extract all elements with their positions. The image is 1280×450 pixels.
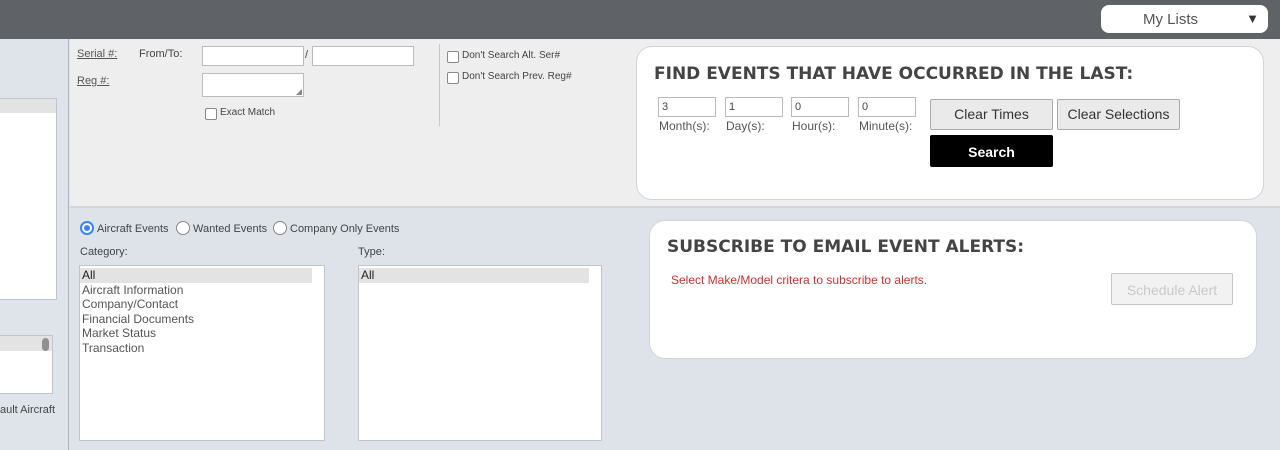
- serial-to-input[interactable]: [312, 46, 414, 66]
- reg-number-link[interactable]: Reg #:: [77, 75, 109, 87]
- chevron-down-icon: ▼: [1246, 11, 1259, 26]
- search-button[interactable]: Search: [930, 135, 1053, 167]
- serial-number-link[interactable]: Serial #:: [77, 48, 117, 60]
- subscribe-message: Select Make/Model critera to subscribe t…: [671, 273, 928, 287]
- aircraft-events-radio[interactable]: [80, 221, 94, 235]
- left-list-scrollbar[interactable]: [42, 338, 49, 351]
- exact-match-checkbox[interactable]: [205, 108, 217, 120]
- subscribe-alerts-title: SUBSCRIBE TO EMAIL EVENT ALERTS:: [667, 237, 1025, 257]
- months-label: Month(s):: [659, 119, 710, 133]
- list-item[interactable]: Transaction: [80, 341, 312, 356]
- list-item[interactable]: Market Status: [80, 326, 312, 341]
- dont-search-prev-checkbox[interactable]: [447, 72, 459, 84]
- reg-number-input[interactable]: ◢: [202, 73, 304, 97]
- serial-separator: /: [305, 49, 309, 61]
- minutes-label: Minute(s):: [859, 119, 913, 133]
- resize-handle-icon: ◢: [295, 87, 302, 96]
- my-lists-label: My Lists: [1143, 11, 1199, 28]
- category-listbox[interactable]: All Aircraft Information Company/Contact…: [79, 265, 325, 441]
- my-lists-dropdown[interactable]: My Lists ▼: [1101, 5, 1268, 33]
- find-events-title: FIND EVENTS THAT HAVE OCCURRED IN THE LA…: [654, 64, 1134, 84]
- company-only-events-radio[interactable]: [273, 221, 287, 235]
- from-to-label: From/To:: [139, 48, 183, 60]
- list-item[interactable]: Financial Documents: [80, 312, 312, 327]
- minutes-input[interactable]: [858, 97, 916, 117]
- serial-from-input[interactable]: [202, 46, 304, 66]
- wanted-events-radio[interactable]: [176, 221, 190, 235]
- left-panel-bottom-text: ault Aircraft: [0, 404, 56, 416]
- days-label: Day(s):: [726, 119, 765, 133]
- left-list-top[interactable]: [0, 98, 57, 300]
- hours-input[interactable]: [791, 97, 849, 117]
- dont-search-alt-label: Don't Search Alt. Ser#: [462, 50, 561, 61]
- top-bar: [0, 0, 1280, 39]
- months-input[interactable]: [658, 97, 716, 117]
- days-input[interactable]: [725, 97, 783, 117]
- hours-label: Hour(s):: [792, 119, 836, 133]
- list-item[interactable]: All: [359, 268, 589, 283]
- dont-search-alt-checkbox[interactable]: [447, 51, 459, 63]
- type-label: Type:: [358, 246, 385, 258]
- schedule-alert-button[interactable]: Schedule Alert: [1111, 273, 1233, 305]
- exact-match-label: Exact Match: [220, 107, 276, 118]
- clear-selections-button[interactable]: Clear Selections: [1057, 99, 1180, 130]
- list-item[interactable]: Aircraft Information: [80, 283, 312, 298]
- company-only-events-label: Company Only Events: [290, 223, 400, 235]
- list-item[interactable]: All: [80, 268, 312, 283]
- category-label: Category:: [80, 246, 128, 258]
- form-divider: [439, 44, 440, 126]
- dont-search-prev-label: Don't Search Prev. Reg#: [462, 71, 572, 82]
- clear-times-button[interactable]: Clear Times: [930, 99, 1053, 130]
- list-item[interactable]: Company/Contact: [80, 297, 312, 312]
- aircraft-events-label: Aircraft Events: [97, 223, 169, 235]
- wanted-events-label: Wanted Events: [193, 223, 268, 235]
- type-listbox[interactable]: All: [358, 265, 602, 441]
